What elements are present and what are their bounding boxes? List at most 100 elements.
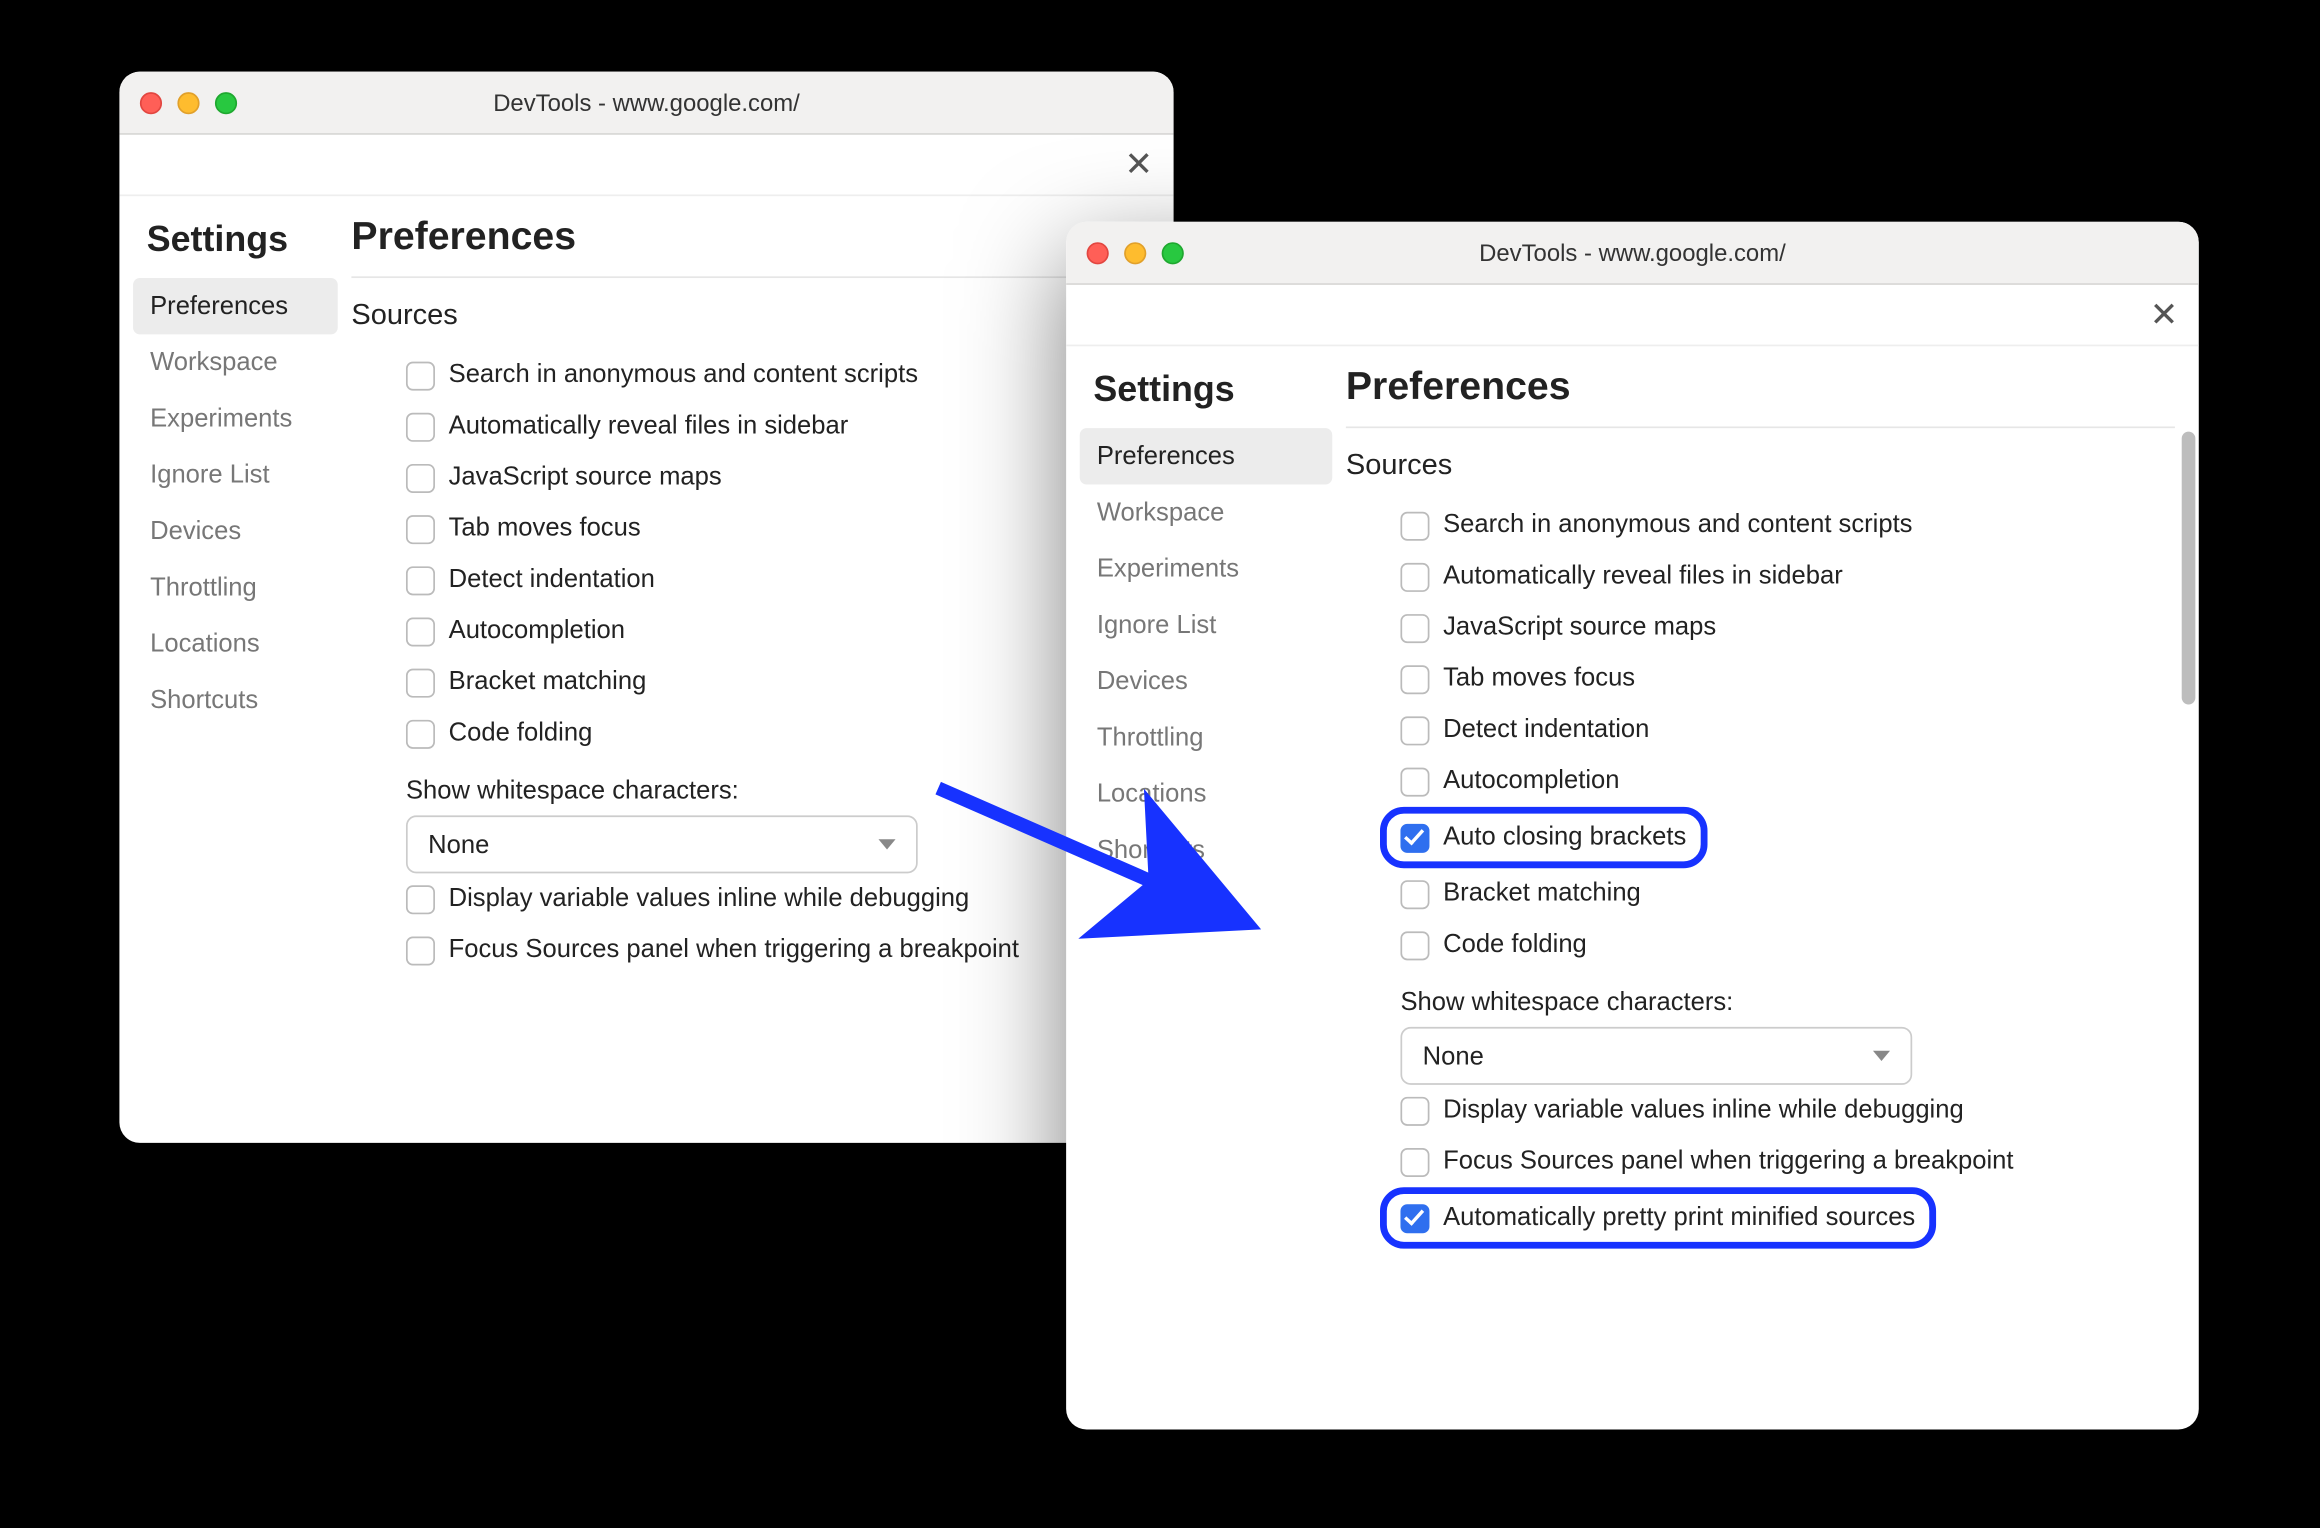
checkbox[interactable] [406, 362, 435, 391]
option-label: Code folding [1443, 930, 1587, 959]
option-label: Automatically reveal files in sidebar [449, 411, 849, 440]
checkbox[interactable] [406, 885, 435, 914]
option-label: Focus Sources panel when triggering a br… [1443, 1146, 2013, 1175]
option-label: Search in anonymous and content scripts [1443, 510, 1912, 539]
sidebar-item-throttling[interactable]: Throttling [133, 560, 338, 616]
whitespace-value: None [1423, 1041, 1484, 1070]
option-bracket-matching: Bracket matching [1346, 868, 2175, 919]
sidebar-item-devices[interactable]: Devices [133, 503, 338, 559]
option-label: JavaScript source maps [449, 462, 722, 491]
option-label: Detect indentation [449, 565, 655, 594]
option-label: Tab moves focus [1443, 664, 1635, 693]
whitespace-label: Show whitespace characters: [351, 759, 1149, 815]
checkbox[interactable] [406, 617, 435, 646]
sidebar-item-preferences[interactable]: Preferences [1080, 428, 1332, 484]
settings-heading: Settings [1080, 363, 1332, 428]
minimize-icon[interactable] [177, 91, 199, 113]
section-heading: Sources [351, 299, 1149, 333]
settings-sidebar: Settings PreferencesWorkspaceExperiments… [1066, 346, 1332, 1429]
titlebar[interactable]: DevTools - www.google.com/ [1066, 222, 2199, 285]
titlebar[interactable]: DevTools - www.google.com/ [119, 72, 1173, 135]
option-focus-sources-panel-when-triggering-a-breakpoint: Focus Sources panel when triggering a br… [351, 925, 1149, 976]
option-automatically-pretty-print-minified-sources: Automatically pretty print minified sour… [1380, 1187, 1936, 1248]
option-autocompletion: Autocompletion [1346, 756, 2175, 807]
checkbox[interactable] [1400, 665, 1429, 694]
preferences-pane: Preferences Sources Search in anonymous … [1332, 346, 2199, 1429]
checkbox[interactable] [1400, 1148, 1429, 1177]
option-tab-moves-focus: Tab moves focus [1346, 653, 2175, 704]
option-label: Bracket matching [1443, 878, 1641, 907]
option-javascript-source-maps: JavaScript source maps [351, 452, 1149, 503]
checkbox[interactable] [406, 566, 435, 595]
panel-toolbar: ✕ [119, 135, 1173, 196]
checkbox[interactable] [406, 413, 435, 442]
option-code-folding: Code folding [1346, 919, 2175, 970]
option-search-in-anonymous-and-content-scripts: Search in anonymous and content scripts [351, 350, 1149, 401]
option-label: Auto closing brackets [1443, 822, 1686, 851]
checkbox[interactable] [1400, 563, 1429, 592]
sidebar-item-ignore-list[interactable]: Ignore List [1080, 597, 1332, 653]
checkbox[interactable] [406, 669, 435, 698]
devtools-window-after: DevTools - www.google.com/ ✕ Settings Pr… [1066, 222, 2199, 1430]
checkbox[interactable] [1400, 824, 1429, 853]
scrollbar[interactable] [2182, 363, 2196, 1412]
sidebar-item-locations[interactable]: Locations [133, 616, 338, 672]
close-panel-icon[interactable]: ✕ [1125, 148, 1154, 182]
option-label: Display variable values inline while deb… [1443, 1095, 1964, 1124]
whitespace-select[interactable]: None [406, 815, 918, 873]
sidebar-item-devices[interactable]: Devices [1080, 653, 1332, 709]
option-automatically-reveal-files-in-sidebar: Automatically reveal files in sidebar [1346, 551, 2175, 602]
checkbox[interactable] [406, 464, 435, 493]
option-search-in-anonymous-and-content-scripts: Search in anonymous and content scripts [1346, 500, 2175, 551]
zoom-icon[interactable] [215, 91, 237, 113]
sidebar-item-experiments[interactable]: Experiments [133, 391, 338, 447]
whitespace-value: None [428, 830, 489, 859]
option-label: Code folding [449, 718, 593, 747]
sidebar-item-throttling[interactable]: Throttling [1080, 710, 1332, 766]
option-display-variable-values-inline-while-debugging: Display variable values inline while deb… [351, 873, 1149, 924]
sidebar-item-workspace[interactable]: Workspace [133, 334, 338, 390]
checkbox[interactable] [1400, 716, 1429, 745]
checkbox[interactable] [1400, 931, 1429, 960]
close-icon[interactable] [140, 91, 162, 113]
option-focus-sources-panel-when-triggering-a-breakpoint: Focus Sources panel when triggering a br… [1346, 1136, 2175, 1187]
checkbox[interactable] [1400, 512, 1429, 541]
option-display-variable-values-inline-while-debugging: Display variable values inline while deb… [1346, 1085, 2175, 1136]
option-label: JavaScript source maps [1443, 612, 1716, 641]
checkbox[interactable] [1400, 1204, 1429, 1233]
sidebar-item-workspace[interactable]: Workspace [1080, 484, 1332, 540]
chevron-down-icon [1873, 1051, 1890, 1061]
option-javascript-source-maps: JavaScript source maps [1346, 602, 2175, 653]
scrollbar-thumb[interactable] [2182, 432, 2196, 705]
checkbox[interactable] [1400, 1097, 1429, 1126]
sidebar-item-preferences[interactable]: Preferences [133, 278, 338, 334]
devtools-window-before: DevTools - www.google.com/ ✕ Settings Pr… [119, 72, 1173, 1143]
option-detect-indentation: Detect indentation [1346, 704, 2175, 755]
close-panel-icon[interactable]: ✕ [2150, 298, 2179, 332]
checkbox[interactable] [1400, 880, 1429, 909]
checkbox[interactable] [1400, 768, 1429, 797]
traffic-lights [140, 91, 237, 113]
minimize-icon[interactable] [1124, 241, 1146, 263]
option-label: Tab moves focus [449, 513, 641, 542]
sidebar-item-shortcuts[interactable]: Shortcuts [1080, 822, 1332, 878]
window-title: DevTools - www.google.com/ [1066, 239, 2199, 266]
option-detect-indentation: Detect indentation [351, 554, 1149, 605]
checkbox[interactable] [406, 515, 435, 544]
whitespace-select[interactable]: None [1400, 1027, 1912, 1085]
panel-toolbar: ✕ [1066, 285, 2199, 346]
option-tab-moves-focus: Tab moves focus [351, 503, 1149, 554]
checkbox[interactable] [1400, 614, 1429, 643]
checkbox[interactable] [406, 720, 435, 749]
close-icon[interactable] [1087, 241, 1109, 263]
pane-heading: Preferences [1346, 363, 2175, 428]
sidebar-item-shortcuts[interactable]: Shortcuts [133, 672, 338, 728]
checkbox[interactable] [406, 936, 435, 965]
traffic-lights [1087, 241, 1184, 263]
option-automatically-reveal-files-in-sidebar: Automatically reveal files in sidebar [351, 401, 1149, 452]
window-title: DevTools - www.google.com/ [119, 89, 1173, 116]
zoom-icon[interactable] [1162, 241, 1184, 263]
sidebar-item-locations[interactable]: Locations [1080, 766, 1332, 822]
sidebar-item-experiments[interactable]: Experiments [1080, 541, 1332, 597]
sidebar-item-ignore-list[interactable]: Ignore List [133, 447, 338, 503]
